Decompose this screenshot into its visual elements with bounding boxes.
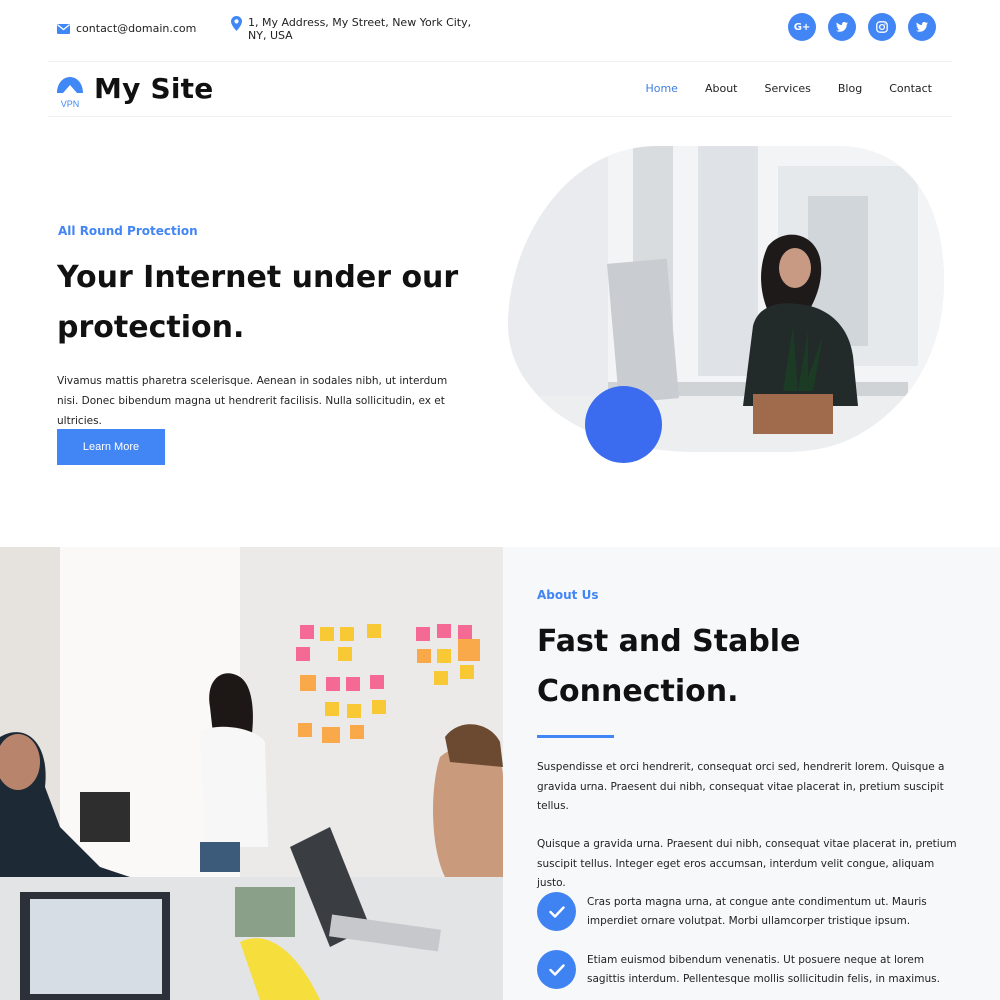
- twitter-icon[interactable]: [828, 13, 856, 41]
- contact-email[interactable]: contact@domain.com: [57, 22, 196, 35]
- contact-email-text: contact@domain.com: [76, 22, 197, 35]
- nav-item-services[interactable]: Services: [764, 82, 810, 95]
- about-title: Fast and Stable Connection.: [537, 624, 801, 709]
- site-logo[interactable]: VPN: [56, 71, 84, 109]
- hero-description: Vivamus mattis pharetra scelerisque. Aen…: [57, 375, 448, 427]
- nav-item-home[interactable]: Home: [645, 82, 677, 95]
- main-navbar: VPN My Site Home About Services Blog Con…: [48, 61, 952, 117]
- checkmark-icon: [537, 892, 576, 931]
- site-name[interactable]: My Site: [94, 72, 213, 105]
- hero-image: [508, 146, 944, 452]
- title-underline: [537, 735, 614, 738]
- nav-item-blog[interactable]: Blog: [838, 82, 862, 95]
- feature-item: Cras porta magna urna, at congue ante co…: [537, 892, 957, 931]
- nav-item-contact[interactable]: Contact: [889, 82, 932, 95]
- about-eyebrow: About Us: [537, 588, 599, 602]
- office-team-image: [0, 547, 503, 1000]
- instagram-icon[interactable]: [868, 13, 896, 41]
- feature-item: Etiam euismod bibendum venenatis. Ut pos…: [537, 950, 957, 989]
- google-plus-icon[interactable]: G+: [788, 13, 816, 41]
- contact-address: 1, My Address, My Street, New York City,…: [231, 16, 481, 42]
- svg-text:VPN: VPN: [61, 99, 80, 109]
- map-pin-icon: [231, 16, 242, 31]
- checkmark-icon: [537, 950, 576, 989]
- hero-eyebrow: All Round Protection: [58, 224, 198, 238]
- about-paragraph-2: Quisque a gravida urna. Praesent dui nib…: [537, 838, 957, 889]
- nav-item-about[interactable]: About: [705, 82, 738, 95]
- feature-text: Etiam euismod bibendum venenatis. Ut pos…: [587, 954, 940, 985]
- decorative-blue-circle: [585, 386, 662, 463]
- hero-title: Your Internet under our protection.: [57, 260, 459, 345]
- social-links: G+: [788, 13, 936, 41]
- vpn-logo-icon: VPN: [57, 77, 83, 109]
- contact-address-text: 1, My Address, My Street, New York City,…: [248, 16, 472, 42]
- learn-more-button[interactable]: Learn More: [57, 429, 165, 465]
- feature-text: Cras porta magna urna, at congue ante co…: [587, 896, 927, 927]
- about-paragraph-1: Suspendisse et orci hendrerit, consequat…: [537, 761, 945, 812]
- envelope-icon: [57, 23, 70, 34]
- twitter-icon[interactable]: [908, 13, 936, 41]
- nav-menu: Home About Services Blog Contact: [645, 82, 932, 95]
- top-bar: contact@domain.com 1, My Address, My Str…: [0, 0, 1000, 60]
